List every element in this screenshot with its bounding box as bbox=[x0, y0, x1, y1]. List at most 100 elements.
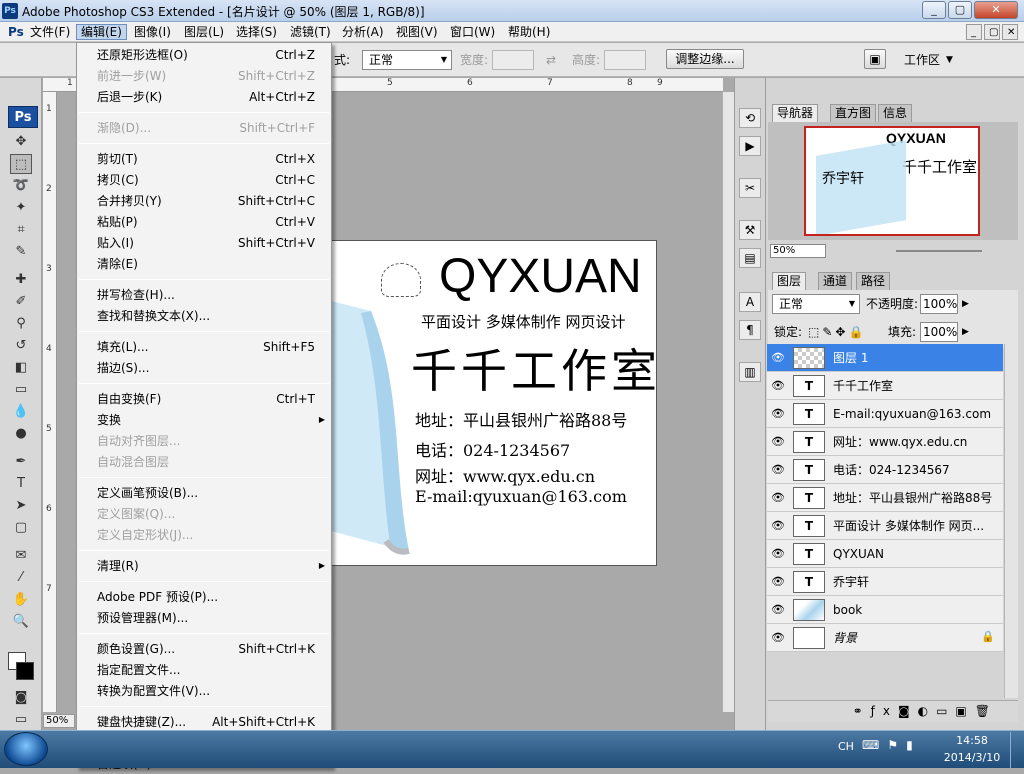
notes-tool-icon[interactable]: ✉ bbox=[10, 546, 32, 566]
marquee-tool-icon[interactable]: ⬚ bbox=[10, 154, 32, 174]
edit-menu-item[interactable]: 转换为配置文件(V)... bbox=[77, 681, 331, 701]
lasso-tool-icon[interactable]: ➰ bbox=[10, 176, 32, 196]
healing-brush-icon[interactable]: ✚ bbox=[10, 270, 32, 290]
app-icon[interactable]: Ps bbox=[2, 3, 18, 19]
eye-icon[interactable]: 👁 bbox=[771, 603, 785, 617]
menu-window[interactable]: 窗口(W) bbox=[446, 24, 499, 40]
edit-menu-item[interactable]: 拼写检查(H)... bbox=[77, 285, 331, 305]
gradient-tool-icon[interactable]: ▭ bbox=[10, 380, 32, 400]
layer-row[interactable]: 👁 T 乔宇轩 bbox=[767, 568, 1003, 596]
brushes-panel-icon[interactable]: ⚒ bbox=[739, 220, 761, 240]
edit-menu-item[interactable]: 拷贝(C) Ctrl+C bbox=[77, 170, 331, 190]
doc-maximize-button[interactable]: ▢ bbox=[984, 24, 1000, 40]
screen-mode-icon[interactable]: ▭ bbox=[10, 710, 32, 730]
tab-histogram[interactable]: 直方图 bbox=[830, 104, 877, 122]
menu-edit[interactable]: 编辑(E) bbox=[76, 24, 127, 40]
menu-layer[interactable]: 图层(L) bbox=[180, 24, 228, 40]
layer-row[interactable]: 👁 背景 🔒 bbox=[767, 624, 1003, 652]
edit-menu-item[interactable]: 贴入(I) Shift+Ctrl+V bbox=[77, 233, 331, 253]
tab-info[interactable]: 信息 bbox=[878, 104, 913, 122]
layer-row[interactable]: 👁 T 千千工作室 bbox=[767, 372, 1003, 400]
hand-tool-icon[interactable]: ✋ bbox=[10, 590, 32, 610]
actions-panel-icon[interactable]: ▶ bbox=[739, 136, 761, 156]
zoom-tool-icon[interactable]: 🔍 bbox=[10, 612, 32, 632]
layer-row[interactable]: 👁 图层 1 bbox=[767, 344, 1003, 372]
menu-view[interactable]: 视图(V) bbox=[392, 24, 442, 40]
close-button[interactable]: ✕ bbox=[974, 1, 1018, 19]
blur-tool-icon[interactable]: 💧 bbox=[10, 402, 32, 422]
edit-menu-item[interactable]: 预设管理器(M)... bbox=[77, 608, 331, 628]
layer-row[interactable]: 👁 T E-mail:qyuxuan@163.com bbox=[767, 400, 1003, 428]
edit-menu-item[interactable]: Adobe PDF 预设(P)... bbox=[77, 587, 331, 607]
eye-icon[interactable]: 👁 bbox=[771, 631, 785, 645]
tray-icons[interactable]: ⌨⚑▮ bbox=[862, 738, 921, 752]
start-button[interactable] bbox=[4, 732, 48, 766]
menu-file[interactable]: 文件(F) bbox=[26, 24, 74, 40]
doc-close-button[interactable]: ✕ bbox=[1002, 24, 1018, 40]
eye-icon[interactable]: 👁 bbox=[771, 575, 785, 589]
bridge-icon[interactable]: ▣ bbox=[864, 49, 886, 69]
maximize-button[interactable]: ▢ bbox=[948, 1, 972, 19]
edit-menu-item[interactable]: 填充(L)... Shift+F5 bbox=[77, 337, 331, 357]
edit-menu-item[interactable]: 指定配置文件... bbox=[77, 660, 331, 680]
menu-analysis[interactable]: 分析(A) bbox=[338, 24, 388, 40]
tab-channels[interactable]: 通道 bbox=[818, 272, 853, 290]
clock-date[interactable]: 2014/3/10 bbox=[940, 751, 1004, 764]
edit-menu-item[interactable]: 后退一步(K) Alt+Ctrl+Z bbox=[77, 87, 331, 107]
layer-row[interactable]: 👁 T 网址：www.qyx.edu.cn bbox=[767, 428, 1003, 456]
edit-menu-item[interactable]: 剪切(T) Ctrl+X bbox=[77, 149, 331, 169]
eye-icon[interactable]: 👁 bbox=[771, 463, 785, 477]
character-panel-icon[interactable]: A bbox=[739, 292, 761, 312]
layers-scrollbar[interactable] bbox=[1004, 344, 1018, 698]
quick-mask-icon[interactable]: ◙ bbox=[10, 688, 32, 708]
edit-menu-item[interactable]: 清除(E) bbox=[77, 254, 331, 274]
clone-source-icon[interactable]: ▤ bbox=[739, 248, 761, 268]
document-canvas[interactable]: QYXUAN 平面设计 多媒体制作 网页设计 千千工作室 地址：平山县银州广裕路… bbox=[330, 240, 657, 566]
slice-tool-icon[interactable]: ✎ bbox=[10, 242, 32, 262]
vertical-scrollbar[interactable] bbox=[722, 92, 734, 712]
layer-comps-icon[interactable]: ▥ bbox=[739, 362, 761, 382]
tab-layers[interactable]: 图层 bbox=[772, 272, 807, 290]
eyedropper-icon[interactable]: ⁄ bbox=[10, 568, 32, 588]
clock-time[interactable]: 14:58 bbox=[944, 734, 1000, 747]
blend-mode-select[interactable]: 正常 ▼ bbox=[772, 294, 860, 314]
eye-icon[interactable]: 👁 bbox=[771, 407, 785, 421]
history-panel-icon[interactable]: ⟲ bbox=[739, 108, 761, 128]
type-tool-icon[interactable]: T bbox=[10, 474, 32, 494]
minimize-button[interactable]: _ bbox=[922, 1, 946, 19]
edit-menu-item[interactable]: 键盘快捷键(Z)... Alt+Shift+Ctrl+K bbox=[77, 712, 331, 732]
edit-menu-item[interactable]: 还原矩形选框(O) Ctrl+Z bbox=[77, 45, 331, 65]
foreground-color-swatch[interactable] bbox=[16, 662, 34, 680]
path-select-icon[interactable]: ➤ bbox=[10, 496, 32, 516]
edit-menu-item[interactable]: 变换 ▶ bbox=[77, 410, 331, 430]
language-indicator[interactable]: CH bbox=[838, 740, 854, 753]
clone-stamp-icon[interactable]: ⚲ bbox=[10, 314, 32, 334]
edit-menu-item[interactable]: 颜色设置(G)... Shift+Ctrl+K bbox=[77, 639, 331, 659]
app-menu-icon[interactable]: Ps bbox=[4, 24, 24, 40]
move-tool-icon[interactable]: ✥ bbox=[10, 132, 32, 152]
layer-row[interactable]: 👁 T 电话：024-1234567 bbox=[767, 456, 1003, 484]
navigator-zoom-field[interactable]: 50% bbox=[770, 244, 826, 258]
eye-icon[interactable]: 👁 bbox=[771, 519, 785, 533]
fill-arrow-icon[interactable]: ▶ bbox=[962, 322, 969, 342]
doc-minimize-button[interactable]: _ bbox=[966, 24, 982, 40]
show-desktop-button[interactable] bbox=[1010, 732, 1024, 768]
history-brush-icon[interactable]: ↺ bbox=[10, 336, 32, 356]
menu-help[interactable]: 帮助(H) bbox=[504, 24, 554, 40]
eraser-tool-icon[interactable]: ◧ bbox=[10, 358, 32, 378]
lock-icons[interactable]: ⬚✎✥🔒 bbox=[808, 322, 866, 342]
eye-icon[interactable]: 👁 bbox=[771, 351, 785, 365]
zoom-level[interactable]: 50% bbox=[43, 714, 75, 728]
menu-image[interactable]: 图像(I) bbox=[130, 24, 175, 40]
edit-menu-item[interactable]: 描边(S)... bbox=[77, 358, 331, 378]
refine-edge-button[interactable]: 调整边缘... bbox=[666, 49, 744, 69]
opacity-field[interactable]: 100% bbox=[920, 294, 958, 314]
shape-tool-icon[interactable]: ▢ bbox=[10, 518, 32, 538]
workspace-button[interactable]: 工作区 bbox=[904, 50, 940, 70]
brush-tool-icon[interactable]: ✐ bbox=[10, 292, 32, 312]
style-select[interactable]: 正常 ▼ bbox=[362, 50, 452, 70]
navigator-thumbnail[interactable]: QYXUAN 千千工作室 乔宇轩 bbox=[804, 126, 980, 236]
layer-row[interactable]: 👁 T 平面设计 多媒体制作 网页... bbox=[767, 512, 1003, 540]
dodge-tool-icon[interactable]: ● bbox=[10, 424, 32, 444]
eye-icon[interactable]: 👁 bbox=[771, 435, 785, 449]
